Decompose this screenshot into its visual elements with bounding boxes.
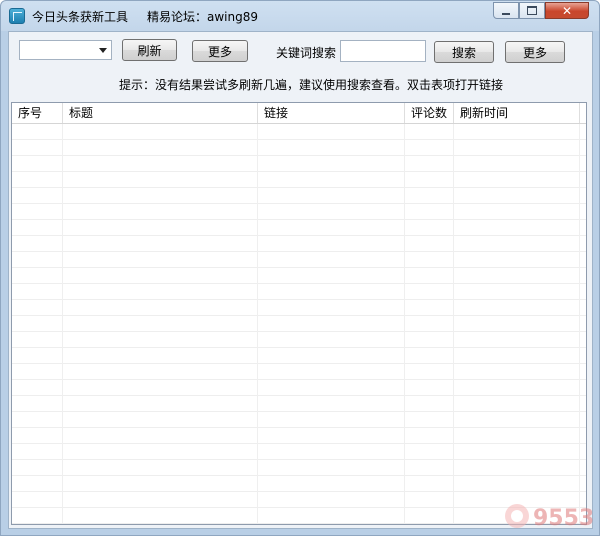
- caption-buttons: ✕: [493, 2, 589, 20]
- forum-info: 精易论坛：awing89: [147, 10, 258, 24]
- client-area: 刷新 更多 关键词搜索 搜索 更多 提示：没有结果尝试多刷新几遍，建议使用搜索查…: [8, 31, 593, 529]
- category-combo[interactable]: [19, 40, 112, 60]
- column-divider: [62, 124, 63, 524]
- column-header-index[interactable]: 序号: [12, 103, 63, 123]
- chevron-down-icon[interactable]: [99, 48, 107, 53]
- column-divider: [404, 124, 405, 524]
- title-bar[interactable]: 今日头条获新工具 精易论坛：awing89 ✕: [1, 1, 599, 31]
- more-button-2[interactable]: 更多: [505, 41, 565, 63]
- column-header-link[interactable]: 链接: [258, 103, 405, 123]
- maximize-button[interactable]: [519, 2, 545, 19]
- column-header-refresh-time[interactable]: 刷新时间: [454, 103, 580, 123]
- minimize-icon: [502, 12, 510, 15]
- column-header-title[interactable]: 标题: [63, 103, 258, 123]
- app-icon: [9, 8, 25, 24]
- window-title: 今日头条获新工具: [32, 10, 129, 24]
- maximize-icon: [527, 6, 537, 15]
- column-divider: [257, 124, 258, 524]
- watermark-text: 9553: [533, 506, 594, 531]
- column-divider: [453, 124, 454, 524]
- refresh-button[interactable]: 刷新: [122, 39, 177, 61]
- minimize-button[interactable]: [493, 2, 519, 19]
- search-button[interactable]: 搜索: [434, 41, 494, 63]
- app-window: 今日头条获新工具 精易论坛：awing89 ✕ 刷新 更多 关键词搜索 搜索 更…: [0, 0, 600, 536]
- column-header-comments[interactable]: 评论数: [405, 103, 454, 123]
- table-body[interactable]: [12, 124, 586, 524]
- watermark-logo: 9553: [505, 504, 594, 531]
- results-table[interactable]: 序号 标题 链接 评论数 刷新时间: [11, 102, 587, 525]
- close-icon: ✕: [561, 3, 573, 18]
- keyword-search-input[interactable]: [340, 40, 426, 62]
- column-divider: [579, 124, 580, 524]
- keyword-search-label: 关键词搜索: [276, 46, 337, 60]
- table-header: 序号 标题 链接 评论数 刷新时间: [12, 103, 586, 124]
- hint-text: 提示：没有结果尝试多刷新几遍，建议使用搜索查看。双击表项打开链接: [119, 78, 504, 92]
- close-button[interactable]: ✕: [545, 2, 589, 19]
- more-button-1[interactable]: 更多: [192, 40, 248, 62]
